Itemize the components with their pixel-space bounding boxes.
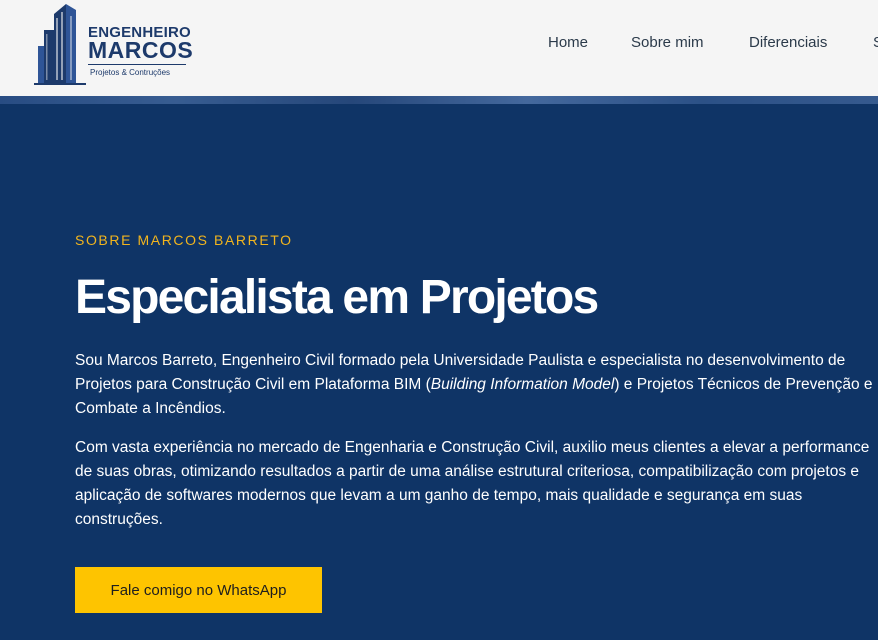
section-headline: Especialista em Projetos [75, 271, 599, 324]
nav-link-truncated[interactable]: S [873, 34, 878, 51]
logo-tagline: Projetos & Contruções [90, 68, 171, 77]
section-eyebrow: SOBRE MARCOS BARRETO [75, 232, 293, 248]
hero-image-edge [0, 96, 878, 104]
about-paragraph-1-italic: Building Information Model [430, 376, 615, 393]
logo-text-marcos: MARCOS [88, 37, 194, 63]
about-paragraph-2: Com vasta experiência no mercado de Enge… [75, 439, 870, 528]
site-header: ENGENHEIRO MARCOS Projetos & Contruções … [0, 0, 878, 96]
whatsapp-contact-button[interactable]: Fale comigo no WhatsApp [75, 567, 322, 613]
logo-divider [88, 64, 186, 65]
about-paragraph-1: Sou Marcos Barreto, Engenheiro Civil for… [75, 349, 875, 421]
nav-link-sobre-mim[interactable]: Sobre mim [631, 34, 704, 51]
nav-link-diferenciais[interactable]: Diferenciais [749, 34, 827, 51]
building-logo-icon [34, 4, 86, 85]
site-logo[interactable]: ENGENHEIRO MARCOS Projetos & Contruções [32, 2, 194, 86]
nav-link-home[interactable]: Home [548, 34, 588, 51]
